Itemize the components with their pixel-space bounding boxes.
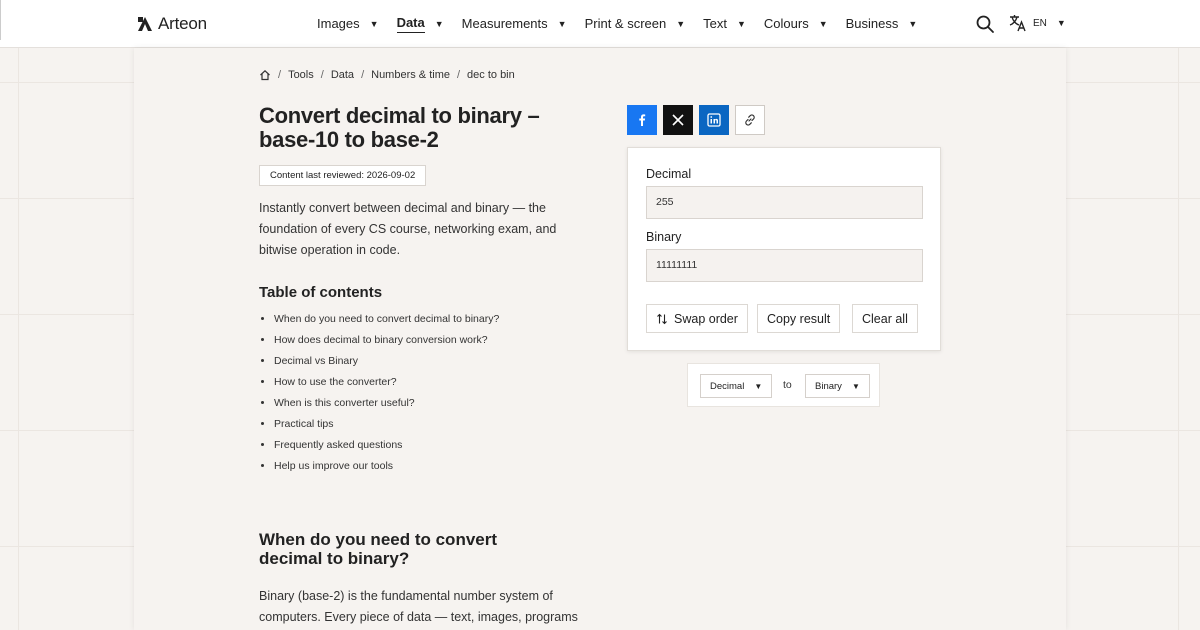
chevron-down-icon: ▼ [737, 19, 746, 29]
nav-item-label: Colours [763, 15, 809, 31]
facebook-icon [639, 114, 646, 126]
translate-icon [1009, 15, 1026, 32]
linkedin-icon [707, 113, 721, 127]
copy-result-label: Copy result [767, 311, 831, 326]
window-edge [0, 0, 1, 40]
x-icon [672, 114, 684, 126]
unit-selector: Decimal ▼ to Binary ▼ [687, 363, 880, 407]
nav-item-data[interactable]: Data ▼ [396, 15, 444, 33]
nav-item-text[interactable]: Text ▼ [703, 16, 746, 33]
home-icon[interactable] [259, 69, 271, 81]
to-unit-select[interactable]: Binary ▼ [805, 374, 870, 398]
share-facebook-button[interactable] [627, 105, 657, 135]
chevron-down-icon: ▼ [676, 19, 686, 29]
nav-item-label: Images [317, 15, 360, 31]
reviewed-badge: Content last reviewed: 2026-09-02 [259, 165, 427, 186]
toc-item[interactable]: Help us improve our tools [274, 457, 499, 478]
share-linkedin-button[interactable] [699, 105, 729, 135]
nav-item-measurements[interactable]: Measurements ▼ [462, 16, 567, 33]
to-unit-value: Binary [815, 380, 842, 392]
chevron-down-icon: ▼ [908, 19, 918, 29]
nav-item-label: Business [845, 15, 899, 31]
chevron-down-icon: ▼ [369, 19, 379, 29]
link-icon [745, 114, 755, 126]
nav-item-print-screen[interactable]: Print & screen ▼ [585, 16, 686, 33]
nav-item-images[interactable]: Images ▼ [317, 16, 379, 33]
breadcrumb-data[interactable]: Data [331, 69, 354, 81]
chevron-down-icon: ▼ [754, 381, 763, 391]
decimal-input[interactable]: 255 [646, 186, 923, 219]
nav-item-colours[interactable]: Colours ▼ [764, 16, 828, 33]
language-code: EN [1033, 17, 1047, 29]
toc-item[interactable]: Frequently asked questions [274, 436, 499, 457]
clear-all-button[interactable]: Clear all [852, 304, 918, 333]
converter-panel: Decimal 255 Binary 11111111 Swap order C… [627, 147, 941, 351]
chevron-down-icon: ▼ [1056, 18, 1066, 28]
brand-logo[interactable]: Arteon [137, 14, 207, 34]
breadcrumb: / Tools / Data / Numbers & time / dec to… [259, 69, 515, 81]
copy-result-button[interactable]: Copy result [757, 304, 841, 333]
language-selector[interactable]: EN ▼ [1009, 14, 1066, 32]
toc-item[interactable]: When is this converter useful? [274, 394, 499, 415]
chevron-down-icon: ▼ [851, 381, 860, 391]
table-of-contents: When do you need to convert decimal to b… [274, 310, 499, 478]
breadcrumb-separator: / [456, 69, 461, 81]
breadcrumb-numbers-time[interactable]: Numbers & time [371, 69, 450, 81]
swap-order-label: Swap order [674, 311, 738, 326]
nav-item-label: Measurements [461, 15, 548, 31]
chevron-down-icon: ▼ [434, 19, 444, 29]
nav-item-label: Print & screen [584, 15, 667, 31]
toc-item[interactable]: Practical tips [274, 415, 499, 436]
page-title: Convert decimal to binary – base-10 to b… [259, 103, 540, 152]
nav-item-label: Data [396, 15, 425, 33]
swap-icon [657, 313, 667, 324]
toc-item[interactable]: Decimal vs Binary [274, 352, 499, 373]
clear-all-label: Clear all [862, 311, 908, 326]
binary-output[interactable]: 11111111 [646, 249, 923, 282]
section-heading: When do you need to convert decimal to b… [259, 530, 498, 568]
chevron-down-icon: ▼ [818, 19, 828, 29]
share-buttons [627, 105, 765, 135]
nav-item-label: Text [703, 15, 727, 31]
intro-text: Instantly convert between decimal and bi… [259, 201, 557, 257]
from-unit-select[interactable]: Decimal ▼ [700, 374, 773, 398]
breadcrumb-separator: / [361, 69, 365, 81]
toc-heading: Table of contents [259, 284, 383, 301]
binary-label: Binary [646, 230, 682, 244]
top-header: Arteon Images ▼ Data ▼ Measurements ▼ Pr… [0, 0, 1200, 48]
nav-item-business[interactable]: Business ▼ [846, 16, 918, 33]
main-nav: Images ▼ Data ▼ Measurements ▼ Print & s… [317, 0, 935, 48]
chevron-down-icon: ▼ [557, 19, 567, 29]
section-body: Binary (base-2) is the fundamental numbe… [259, 589, 578, 624]
breadcrumb-current: dec to bin [467, 69, 515, 81]
logo-icon [138, 17, 152, 31]
content-card: / Tools / Data / Numbers & time / dec to… [134, 48, 1066, 630]
brand-name: Arteon [158, 14, 207, 33]
toc-item[interactable]: When do you need to convert decimal to b… [274, 310, 499, 331]
to-label: to [783, 379, 792, 391]
toc-item[interactable]: How to use the converter? [274, 373, 499, 394]
breadcrumb-tools[interactable]: Tools [288, 69, 314, 81]
toc-item[interactable]: How does decimal to binary conversion wo… [274, 331, 499, 352]
share-x-button[interactable] [663, 105, 693, 135]
decimal-label: Decimal [646, 167, 692, 181]
breadcrumb-separator: / [278, 69, 282, 81]
breadcrumb-separator: / [320, 69, 324, 81]
swap-order-button[interactable]: Swap order [646, 304, 748, 333]
from-unit-value: Decimal [710, 380, 745, 392]
search-icon[interactable] [975, 14, 995, 34]
copy-link-button[interactable] [735, 105, 765, 135]
